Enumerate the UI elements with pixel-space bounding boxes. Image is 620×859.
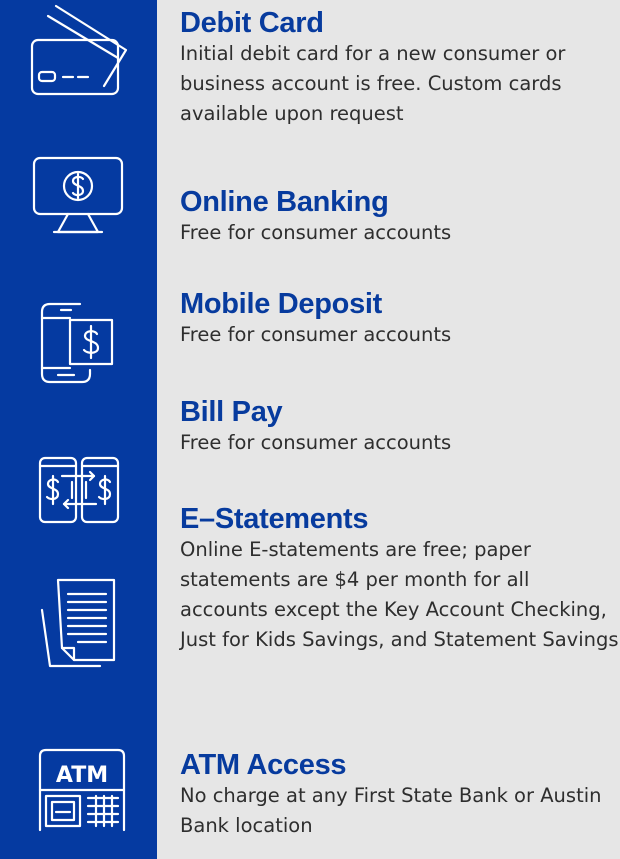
service-description: No charge at any First State Bank or Aus…	[180, 784, 602, 837]
service-title: ATM Access	[180, 749, 347, 781]
service-description: Free for consumer accounts	[180, 221, 452, 244]
icon-sidebar: ATM	[0, 0, 157, 859]
service-title: Debit Card	[180, 7, 324, 39]
service-title: E–Statements	[180, 503, 369, 535]
atm-label-text: ATM	[56, 763, 108, 788]
service-title: Mobile Deposit	[180, 288, 383, 320]
bill-pay-transfer-icon	[18, 440, 130, 536]
service-title: Online Banking	[180, 186, 389, 218]
atm-machine-icon: ATM	[18, 742, 130, 838]
service-online-banking: Online Banking Free for consumer account…	[180, 186, 620, 248]
service-e-statements: E–Statements Online E-statements are fre…	[180, 503, 620, 655]
service-title: Bill Pay	[180, 396, 283, 428]
online-banking-monitor-icon	[18, 148, 130, 244]
e-statements-document-icon	[18, 574, 130, 670]
service-description: Initial debit card for a new consumer or…	[180, 42, 566, 125]
service-description: Online E-statements are free; paper stat…	[180, 538, 619, 651]
service-atm-access: ATM Access No charge at any First State …	[180, 749, 620, 841]
service-mobile-deposit: Mobile Deposit Free for consumer account…	[180, 288, 620, 350]
service-bill-pay: Bill Pay Free for consumer accounts	[180, 396, 620, 458]
service-debit-card: Debit Card Initial debit card for a new …	[180, 7, 620, 129]
service-description: Free for consumer accounts	[180, 431, 452, 454]
service-description: Free for consumer accounts	[180, 323, 452, 346]
mobile-deposit-phone-icon	[18, 292, 130, 388]
debit-card-icon	[18, 2, 130, 98]
